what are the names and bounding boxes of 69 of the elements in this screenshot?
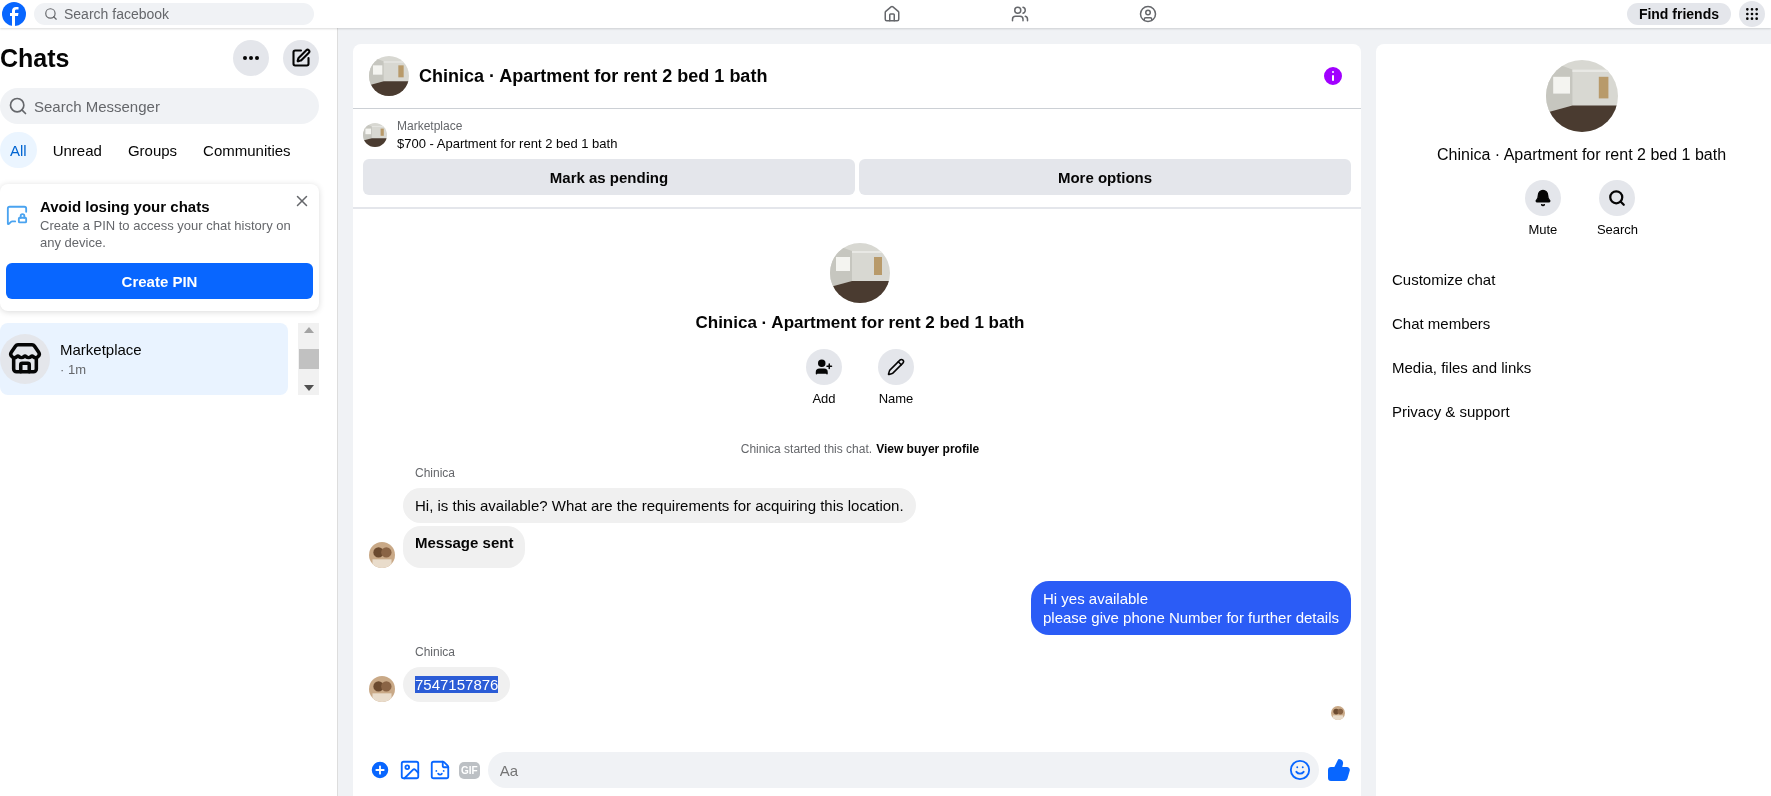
home-icon[interactable] [883,5,902,23]
sticker-icon[interactable] [429,759,451,781]
sender-name: Chinica [415,466,456,480]
friends-icon[interactable] [1011,5,1030,23]
menu-button[interactable] [1739,1,1765,27]
info-icon[interactable] [1321,64,1345,88]
message-bubble: Message sent [403,526,526,568]
menu-item[interactable]: Chat members [1392,301,1771,345]
button-label: Name [878,391,914,406]
filter-tab[interactable]: Communities [193,132,301,168]
create-pin-button[interactable]: Create PIN [6,263,313,299]
grid-icon [1744,6,1760,22]
chat-name: Marketplace [60,341,142,358]
plus-icon[interactable] [369,759,391,781]
chats-title: Chats [0,43,70,73]
message-bubble: Hi yes available please give phone Number for further details [1031,581,1351,635]
like-icon[interactable] [1327,758,1351,782]
store-icon [8,342,42,376]
chat-time: · 1m [60,362,87,377]
message-bubble: 7547157876 [403,667,511,702]
listing-title: $700 - Apartment for rent 2 bed 1 bath [397,136,618,151]
add-person-icon [815,358,833,376]
bell-icon [1533,189,1552,207]
pin-title: Avoid losing your chats [40,198,211,215]
search-icon [44,7,58,21]
menu-item[interactable]: Privacy & support [1392,389,1771,433]
more-button[interactable] [233,40,269,76]
filter-tab[interactable]: Unread [42,132,112,168]
more-icon [243,56,259,60]
message-field[interactable]: Aa [487,752,1319,788]
pin-description: Create a PIN to access your chat history on any device. [40,217,292,251]
action-button[interactable]: More options [859,159,1351,195]
search-placeholder: Search Messenger [34,97,160,115]
pencil-icon [887,358,905,376]
button-label: Mute [1528,222,1558,237]
filter-tab[interactable]: All [0,132,37,168]
button-label: Search [1596,222,1639,237]
buyer-profile-link[interactable]: View buyer profile [876,442,980,456]
menu-item[interactable]: Customize chat [1392,257,1771,301]
chat-item[interactable]: Marketplace · 1m [0,323,289,395]
action-button[interactable]: Mark as pending [363,159,855,195]
chat-notice: Chinica started this chat. [740,442,873,456]
new-message-button[interactable] [283,40,319,76]
mute-button[interactable] [1524,180,1561,216]
menu-item[interactable]: Media, files and links [1392,345,1771,389]
profile-icon[interactable] [1139,5,1158,23]
emoji-icon[interactable] [1289,759,1311,781]
button-label: Add [812,391,836,406]
message-bubble: Hi, is this available? What are the requirements for acquiring this location. [403,488,916,523]
search-placeholder: Search facebook [64,6,170,22]
filter-tab[interactable]: Groups [117,132,188,168]
search-field[interactable]: Search facebook [34,3,314,25]
conversation-title: Chinica · Apartment for rent 2 bed 1 bath [419,65,769,87]
add-button[interactable] [806,349,842,385]
scrollbar[interactable] [298,323,319,395]
intro-title: Chinica · Apartment for rent 2 bed 1 bath [695,313,1025,333]
details-title: Chinica · Apartment for rent 2 bed 1 bath [1436,146,1727,164]
search-button[interactable] [1599,180,1636,216]
compose-icon [291,48,311,68]
search-field[interactable]: Search Messenger [0,88,319,124]
search-icon [1608,189,1627,207]
search-icon [8,96,28,116]
name-button[interactable] [878,349,914,385]
find-friends-button[interactable]: Find friends [1626,3,1731,25]
listing-source: Marketplace [397,119,464,133]
image-icon[interactable] [399,759,421,781]
scroll-down-icon[interactable] [303,385,314,391]
sender-name: Chinica [415,645,456,659]
chat-lock-icon [6,204,28,226]
